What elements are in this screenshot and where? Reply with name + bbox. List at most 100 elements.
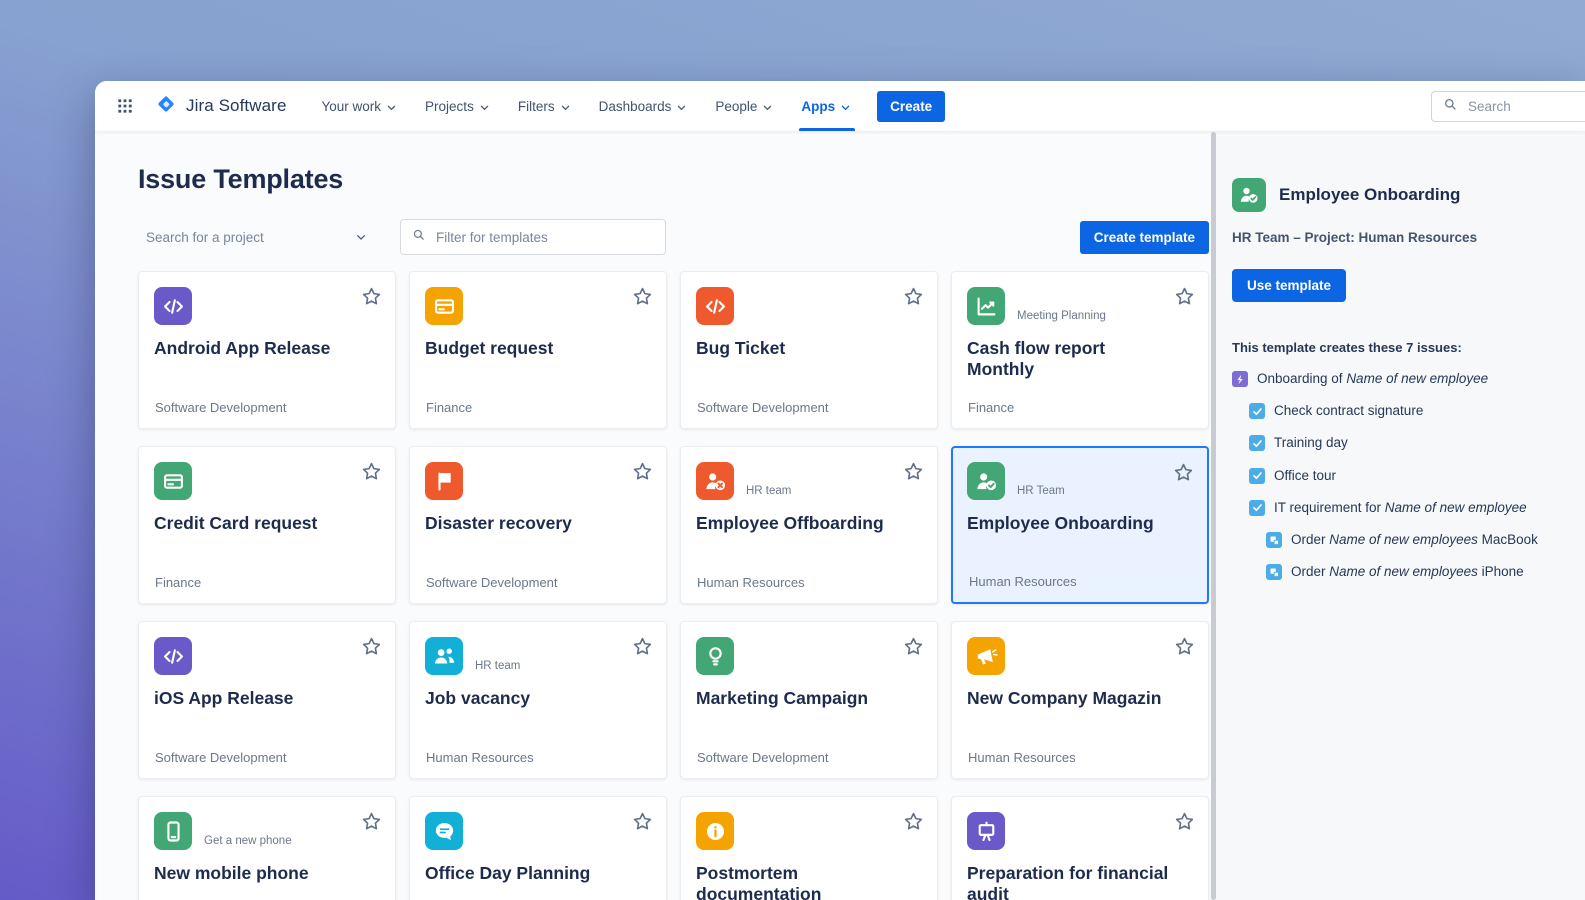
- chevron-down-icon: [384, 100, 399, 115]
- nav-item-apps[interactable]: Apps: [788, 81, 866, 131]
- people-icon: [425, 637, 463, 675]
- nav-item-filters[interactable]: Filters: [505, 81, 586, 131]
- subtask-icon: [1266, 532, 1282, 548]
- template-card-ios-app-release[interactable]: iOS App Release Software Development: [138, 621, 396, 779]
- card-category: Human Resources: [426, 750, 534, 765]
- template-card-office-day-planning[interactable]: Office Day Planning: [409, 796, 667, 900]
- card-tag: HR team: [475, 660, 520, 675]
- nav-menu: Your work Projects Filters Dashboards Pe…: [309, 81, 867, 131]
- card-title: iOS App Release: [154, 688, 359, 709]
- chat-icon: [425, 812, 463, 850]
- favorite-star-icon[interactable]: [1173, 285, 1196, 308]
- grid-icon: [115, 96, 137, 116]
- template-filter-field[interactable]: [400, 219, 666, 255]
- issue-item: Training day: [1232, 435, 1569, 451]
- favorite-star-icon[interactable]: [902, 285, 925, 308]
- card-category: Finance: [426, 400, 472, 415]
- issue-text: IT requirement for Name of new employee: [1274, 500, 1527, 516]
- megaphone-icon: [967, 637, 1005, 675]
- template-card-credit-card-request[interactable]: Credit Card request Finance: [138, 446, 396, 604]
- chevron-down-icon: [674, 100, 689, 115]
- template-card-grid: Android App Release Software Development…: [138, 271, 1209, 900]
- card-title: New mobile phone: [154, 863, 359, 884]
- card-title: Bug Ticket: [696, 338, 901, 359]
- issue-text: Check contract signature: [1274, 403, 1423, 419]
- chevron-down-icon: [353, 229, 369, 245]
- issue-text: Office tour: [1274, 468, 1336, 484]
- card-title: Marketing Campaign: [696, 688, 901, 709]
- favorite-star-icon[interactable]: [1173, 635, 1196, 658]
- nav-item-people[interactable]: People: [702, 81, 788, 131]
- info-icon: [696, 812, 734, 850]
- template-card-marketing-campaign[interactable]: Marketing Campaign Software Development: [680, 621, 938, 779]
- search-icon: [1442, 96, 1458, 117]
- card-category: Human Resources: [697, 575, 805, 590]
- card-category: Finance: [155, 575, 201, 590]
- favorite-star-icon[interactable]: [360, 635, 383, 658]
- favorite-star-icon[interactable]: [902, 810, 925, 833]
- issue-text: Order Name of new employees MacBook: [1291, 532, 1538, 548]
- card-title: Budget request: [425, 338, 630, 359]
- issues-heading: This template creates these 7 issues:: [1232, 340, 1569, 355]
- card-category: Software Development: [426, 575, 558, 590]
- app-switcher-icon[interactable]: [113, 93, 139, 119]
- favorite-star-icon[interactable]: [360, 285, 383, 308]
- search-input[interactable]: [1466, 98, 1580, 115]
- project-select[interactable]: Search for a project: [138, 219, 375, 255]
- favorite-star-icon[interactable]: [631, 285, 654, 308]
- jira-logo[interactable]: Jira Software: [153, 91, 287, 122]
- favorite-star-icon[interactable]: [902, 635, 925, 658]
- main-content: Issue Templates Search for a project Cre…: [95, 132, 1211, 900]
- template-card-cash-flow-report-monthly[interactable]: Meeting Planning Cash flow report Monthl…: [951, 271, 1209, 429]
- template-card-preparation-for-financial-audit[interactable]: Preparation for financial audit: [951, 796, 1209, 900]
- issue-item: Order Name of new employees iPhone: [1232, 564, 1569, 580]
- template-card-employee-onboarding[interactable]: HR Team Employee Onboarding Human Resour…: [951, 446, 1209, 604]
- favorite-star-icon[interactable]: [1173, 810, 1196, 833]
- global-search[interactable]: [1431, 91, 1585, 122]
- code-icon: [154, 287, 192, 325]
- favorite-star-icon[interactable]: [631, 635, 654, 658]
- card-category: Finance: [968, 400, 1014, 415]
- favorite-star-icon[interactable]: [902, 460, 925, 483]
- template-card-android-app-release[interactable]: Android App Release Software Development: [138, 271, 396, 429]
- template-card-budget-request[interactable]: Budget request Finance: [409, 271, 667, 429]
- nav-item-projects[interactable]: Projects: [412, 81, 505, 131]
- card-category: Software Development: [155, 750, 287, 765]
- task-icon: [1249, 468, 1265, 484]
- favorite-star-icon[interactable]: [360, 460, 383, 483]
- issue-item: Onboarding of Name of new employee: [1232, 371, 1569, 387]
- card-category: Human Resources: [968, 750, 1076, 765]
- nav-item-dashboards[interactable]: Dashboards: [586, 81, 703, 131]
- chevron-down-icon: [838, 100, 853, 115]
- chart-icon: [967, 287, 1005, 325]
- template-filter-input[interactable]: [434, 229, 655, 246]
- template-card-bug-ticket[interactable]: Bug Ticket Software Development: [680, 271, 938, 429]
- template-card-disaster-recovery[interactable]: Disaster recovery Software Development: [409, 446, 667, 604]
- template-card-new-company-magazin[interactable]: New Company Magazin Human Resources: [951, 621, 1209, 779]
- use-template-button[interactable]: Use template: [1232, 269, 1346, 302]
- person-x-icon: [696, 462, 734, 500]
- card-category: Software Development: [697, 750, 829, 765]
- card-tag: HR team: [746, 485, 791, 500]
- template-card-employee-offboarding[interactable]: HR team Employee Offboarding Human Resou…: [680, 446, 938, 604]
- favorite-star-icon[interactable]: [1172, 461, 1195, 484]
- create-template-button[interactable]: Create template: [1080, 221, 1209, 254]
- favorite-star-icon[interactable]: [360, 810, 383, 833]
- card-category: Human Resources: [969, 574, 1077, 589]
- project-select-placeholder: Search for a project: [146, 230, 264, 245]
- favorite-star-icon[interactable]: [631, 810, 654, 833]
- template-card-new-mobile-phone[interactable]: Get a new phone New mobile phone: [138, 796, 396, 900]
- template-card-job-vacancy[interactable]: HR team Job vacancy Human Resources: [409, 621, 667, 779]
- template-card-postmortem-documentation[interactable]: Postmortem documentation: [680, 796, 938, 900]
- flag-icon: [425, 462, 463, 500]
- issue-list: Onboarding of Name of new employee Check…: [1232, 371, 1569, 580]
- issue-text: Order Name of new employees iPhone: [1291, 564, 1524, 580]
- create-button[interactable]: Create: [877, 91, 945, 122]
- issue-text: Training day: [1274, 435, 1348, 451]
- card-title: Employee Onboarding: [967, 513, 1172, 534]
- card-title: New Company Magazin: [967, 688, 1172, 709]
- nav-item-your-work[interactable]: Your work: [309, 81, 413, 131]
- card-tag: HR Team: [1017, 485, 1065, 500]
- template-detail-subtitle: HR Team – Project: Human Resources: [1232, 230, 1569, 245]
- favorite-star-icon[interactable]: [631, 460, 654, 483]
